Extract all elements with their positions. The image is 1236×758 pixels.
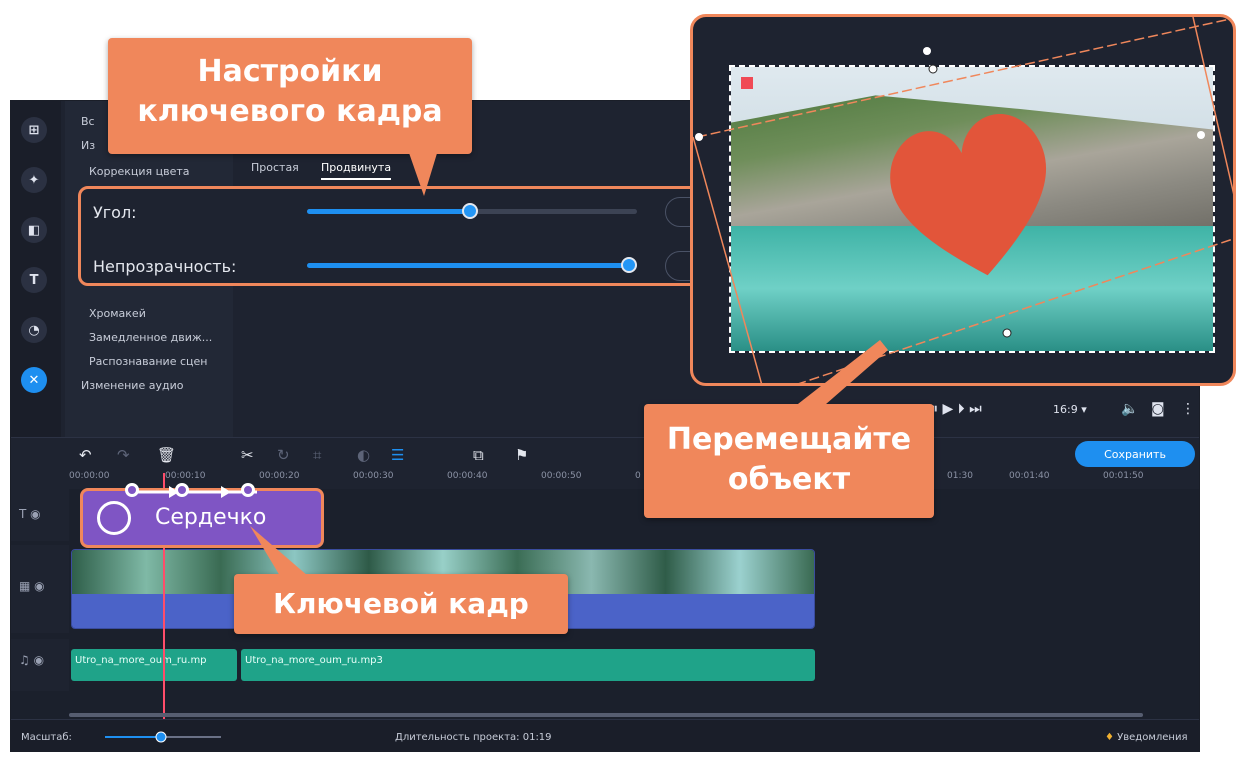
effects-icon[interactable]: ✦ [21,167,47,193]
import-icon[interactable]: ⊞ [21,117,47,143]
angle-slider[interactable] [307,203,637,219]
all-tools-item[interactable]: Вс [81,115,95,128]
tick-label: 0 [635,471,641,481]
timeline-toolbar: ↶ ↷ 🗑 ✂ ↻ ⌗ ◐ ☰ ⧉ ⚑ [11,437,1199,471]
clip-properties-icon[interactable]: ☰ [391,446,404,464]
tick-label: 00:00:10 [165,471,206,481]
opacity-slider-knob[interactable] [621,257,637,273]
screenshot-root: ⊞ ✦ ◧ T ◔ ✕ Вс Из Коррекция цвета Хромак… [0,0,1236,758]
audio-clip[interactable]: Utro_na_more_oum_ru.mp3 [241,649,815,681]
callout-move-object: Перемещайте объект [644,404,934,518]
tick-label: 00:00:00 [69,471,110,481]
sticker-icon [97,501,131,535]
left-toolbar: ⊞ ✦ ◧ T ◔ ✕ [11,101,61,437]
preview-zoom [690,14,1236,386]
callout-line: объект [727,462,851,497]
project-duration: Длительность проекта: 01:19 [395,732,552,743]
callout-line: Ключевой кадр [273,587,529,620]
tick-label: 00:01:50 [1103,471,1144,481]
callout-line: Настройки [197,54,383,89]
tick-label: 00:00:50 [541,471,582,481]
tick-label: 00:01:40 [1009,471,1050,481]
scale-label: Масштаб: [21,732,72,743]
bell-icon: ♦ [1105,732,1118,743]
angle-label: Угол: [93,203,137,222]
volume-icon[interactable]: 🔈 [1121,401,1138,417]
slow-motion-item[interactable]: Замедленное движ... [89,331,212,344]
tab-simple[interactable]: Простая [251,161,299,174]
title-track-header: T ◉ [11,489,69,541]
undo-icon[interactable]: ↶ [79,446,92,464]
audio-editing-item[interactable]: Изменение аудио [81,379,183,392]
crop-icon[interactable]: ⌗ [313,446,321,464]
marker-icon[interactable]: ⚑ [515,446,528,464]
angle-slider-fill [307,209,472,214]
save-button[interactable]: Сохранить [1075,441,1195,467]
notifications-link[interactable]: ♦ Уведомления [1105,732,1187,743]
aspect-ratio-select[interactable]: 16:9 ▾ [1053,403,1087,416]
callout-keyframe-settings: Настройки ключевого кадра [108,38,472,154]
callout-keyframe: Ключевой кадр [234,574,568,634]
transform-handles[interactable] [693,17,1236,386]
tab-advanced[interactable]: Продвинута [321,161,392,180]
cut-icon[interactable]: ✂ [241,446,254,464]
opacity-slider-fill [307,263,637,268]
tick-label: 00:00:40 [447,471,488,481]
titles-icon[interactable]: T [21,267,47,293]
snapshot-icon[interactable]: ◙ [1151,401,1165,417]
overlay-icon[interactable]: ⧉ [473,446,484,464]
keyframe-marker[interactable] [175,483,189,497]
tick-label: 00:00:20 [259,471,300,481]
audio-clip[interactable]: Utro_na_more_oum_ru.mp [71,649,237,681]
color-correction-item[interactable]: Коррекция цвета [89,165,190,178]
video-track-header: ▦ ◉ [11,545,69,633]
opacity-label: Непрозрачность: [93,257,237,276]
callout-pointer [250,526,308,576]
opacity-slider[interactable] [307,257,637,273]
audio-track-header: ♫ ◉ [11,639,69,691]
keyframe-marker[interactable] [241,483,255,497]
rotate-icon[interactable]: ↻ [277,446,290,464]
keyframe-marker[interactable] [125,483,139,497]
callout-line: Перемещайте [666,422,912,457]
chromakey-item[interactable]: Хромакей [89,307,146,320]
more-tools-icon[interactable]: ✕ [21,367,47,393]
angle-slider-knob[interactable] [462,203,478,219]
tools-group[interactable]: Из [81,139,95,152]
keyframe-settings-panel: Угол: 0,0° Непрозрачность: 100% [78,186,774,286]
tick-label: 01:30 [947,471,973,481]
timeline-scrollbar[interactable] [69,713,1143,717]
stickers-icon[interactable]: ◔ [21,317,47,343]
callout-pointer [780,340,888,418]
tick-label: 00:00:30 [353,471,394,481]
scale-slider[interactable] [101,730,231,744]
play-icon[interactable]: ⏸ ▶ ⏵ ⏭ [931,401,982,417]
redo-icon[interactable]: ↷ [117,446,130,464]
delete-icon[interactable]: 🗑 [157,446,176,464]
callout-line: ключевого кадра [137,94,443,129]
notifications-label: Уведомления [1117,732,1188,743]
speed-icon[interactable]: ◐ [357,446,370,464]
status-bar: Масштаб: Длительность проекта: 01:19 ♦ У… [11,719,1199,751]
transitions-icon[interactable]: ◧ [21,217,47,243]
callout-pointer [408,150,438,196]
scene-detection-item[interactable]: Распознавание сцен [89,355,207,368]
more-icon[interactable]: ⋮ [1181,401,1195,417]
